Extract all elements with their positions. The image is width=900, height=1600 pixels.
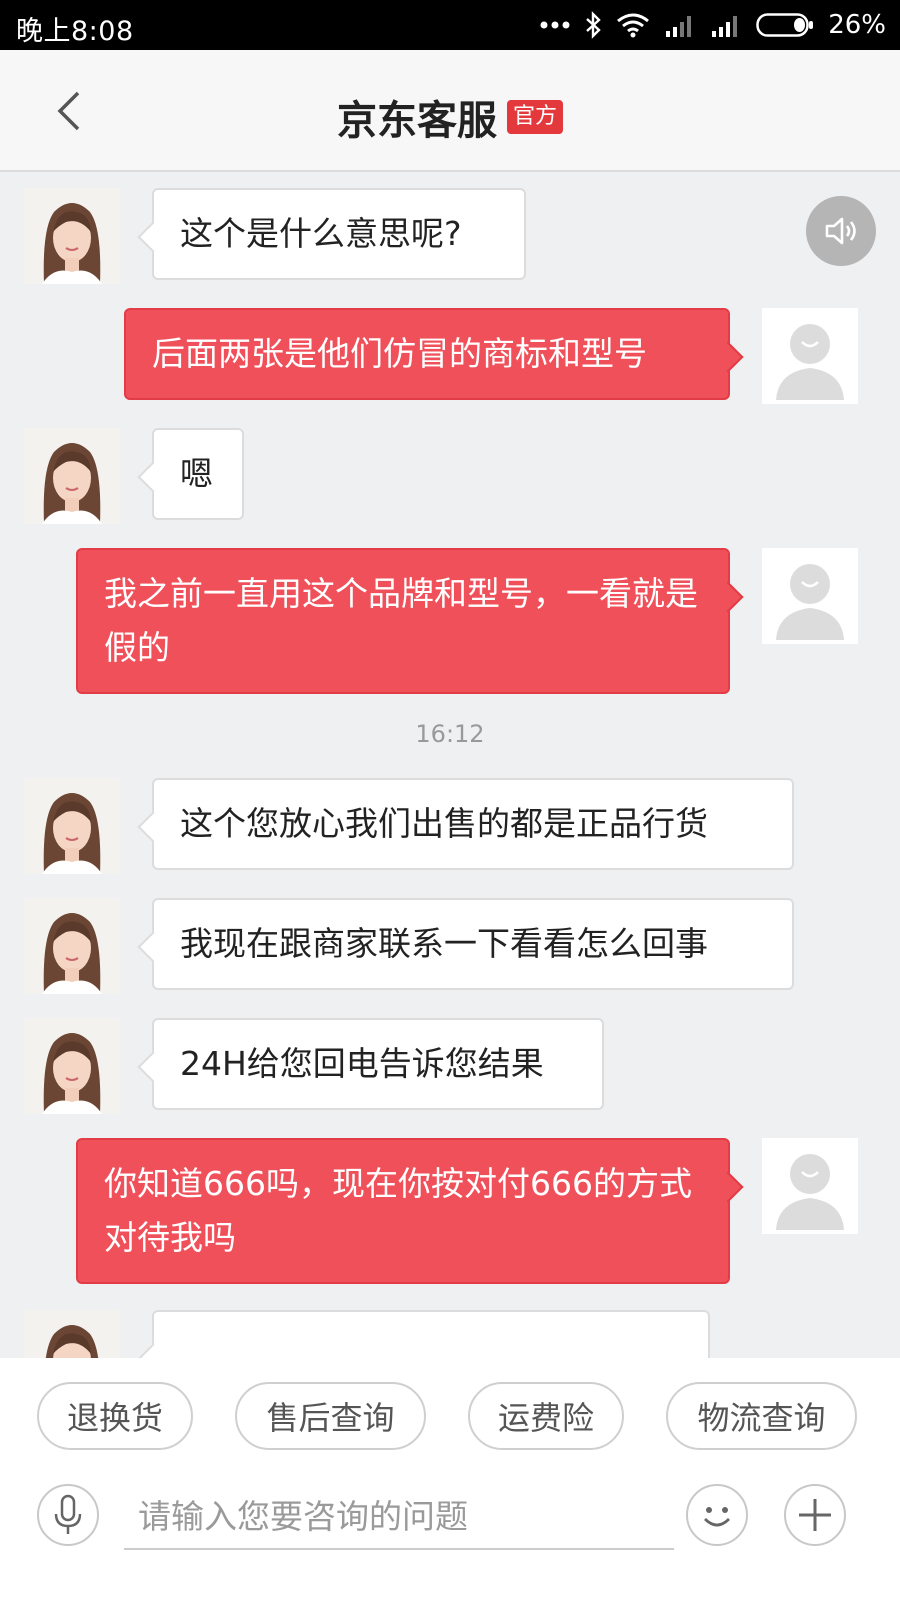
- signal-icon-2: [710, 13, 742, 37]
- message-text: 这个您放心我们出售的都是正品行货: [180, 804, 708, 843]
- bottom-panel: 退换货 售后查询 运费险 物流查询: [0, 1358, 900, 1600]
- status-time: 晚上8:08: [16, 16, 134, 47]
- agent-avatar[interactable]: [24, 1310, 120, 1358]
- message-input[interactable]: [124, 1484, 674, 1550]
- chat-messages[interactable]: 这个是什么意思呢? 后面两张是他们仿冒的商标和型号 嗯 我之前一直用这个品牌和型…: [0, 172, 900, 1358]
- agent-avatar[interactable]: [24, 778, 120, 874]
- plus-icon: [799, 1499, 831, 1531]
- input-row: [0, 1476, 900, 1576]
- official-badge: 官方: [506, 100, 563, 134]
- message-bubble[interactable]: 后面两张是他们仿冒的商标和型号: [124, 308, 730, 400]
- title-wrap: 京东客服 官方: [0, 88, 900, 146]
- status-bar: 晚上8:08 26%: [0, 0, 900, 50]
- more-dots-icon: [540, 20, 570, 30]
- emoji-button[interactable]: [686, 1484, 748, 1546]
- smiley-icon: [704, 1507, 730, 1527]
- message-bubble[interactable]: [152, 1310, 710, 1358]
- message-bubble[interactable]: 我现在跟商家联系一下看看怎么回事: [152, 898, 794, 990]
- quick-reply-logistics[interactable]: 物流查询: [666, 1382, 857, 1450]
- agent-avatar[interactable]: [24, 188, 120, 284]
- message-bubble[interactable]: 这个您放心我们出售的都是正品行货: [152, 778, 794, 870]
- voice-button[interactable]: [37, 1484, 99, 1546]
- message-text: 这个是什么意思呢?: [180, 214, 462, 253]
- message-text: 嗯: [180, 454, 213, 493]
- message-text: 后面两张是他们仿冒的商标和型号: [152, 334, 647, 373]
- status-icons: 26%: [540, 8, 886, 42]
- message-bubble[interactable]: 这个是什么意思呢?: [152, 188, 526, 280]
- signal-icon-1: [664, 13, 696, 37]
- message-bubble[interactable]: 你知道666吗，现在你按对付666的方式对待我吗: [76, 1138, 730, 1284]
- microphone-icon: [54, 1494, 82, 1534]
- user-avatar[interactable]: [762, 1138, 858, 1234]
- agent-avatar[interactable]: [24, 898, 120, 994]
- agent-avatar[interactable]: [24, 1018, 120, 1114]
- speaker-icon: [825, 217, 856, 245]
- battery-percentage: 26%: [828, 10, 886, 40]
- quick-replies: 退换货 售后查询 运费险 物流查询: [0, 1382, 900, 1450]
- speaker-button[interactable]: [806, 196, 876, 266]
- message-timestamp: 16:12: [415, 720, 485, 748]
- battery-icon: [756, 12, 814, 38]
- user-avatar[interactable]: [762, 308, 858, 404]
- wifi-icon: [616, 12, 650, 38]
- message-bubble[interactable]: 嗯: [152, 428, 244, 520]
- bluetooth-icon: [584, 11, 602, 39]
- user-avatar[interactable]: [762, 548, 858, 644]
- chat-header: 京东客服 官方: [0, 50, 900, 172]
- quick-reply-returns[interactable]: 退换货: [37, 1382, 193, 1450]
- quick-reply-shipping-insurance[interactable]: 运费险: [468, 1382, 624, 1450]
- message-text: 我之前一直用这个品牌和型号，一看就是假的: [104, 574, 698, 667]
- message-bubble[interactable]: 我之前一直用这个品牌和型号，一看就是假的: [76, 548, 730, 694]
- quick-reply-after-sales[interactable]: 售后查询: [235, 1382, 426, 1450]
- message-bubble[interactable]: 24H给您回电告诉您结果: [152, 1018, 604, 1110]
- page-title: 京东客服: [336, 98, 497, 144]
- message-text: 24H给您回电告诉您结果: [180, 1044, 544, 1083]
- message-text: 你知道666吗，现在你按对付666的方式对待我吗: [104, 1164, 692, 1257]
- more-button[interactable]: [784, 1484, 846, 1546]
- message-text: 我现在跟商家联系一下看看怎么回事: [180, 924, 708, 963]
- agent-avatar[interactable]: [24, 428, 120, 524]
